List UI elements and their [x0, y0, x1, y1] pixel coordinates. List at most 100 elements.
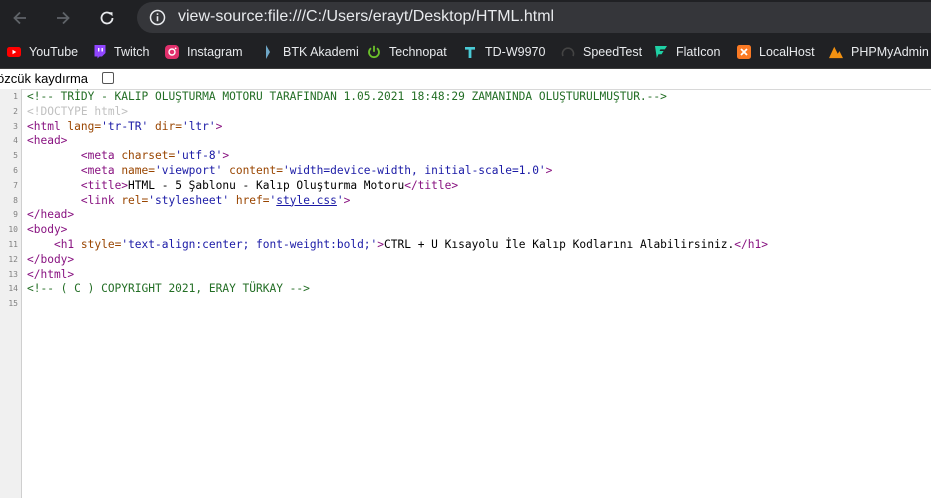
xampp-icon: [737, 45, 751, 59]
code-token: 'utf-8': [175, 149, 223, 163]
line-wrap-checkbox[interactable]: [102, 72, 114, 84]
line-number: 15: [8, 299, 18, 309]
source-line: 10 <body>: [0, 223, 931, 238]
source-line: 11 <h1 style='text-align:center; font-we…: [0, 238, 931, 253]
code-token: <!-- TRİDY - KALIP OLUŞTURMA MOTORU TARA…: [27, 90, 667, 103]
bookmark-label: TD-W9970: [485, 45, 546, 59]
code-token: ': [336, 193, 344, 207]
url-text[interactable]: view-source:file:///C:/Users/erayt/Deskt…: [178, 8, 554, 26]
code-token: style=: [80, 237, 122, 251]
instagram-icon: [165, 45, 179, 59]
code-token: >: [545, 163, 553, 177]
bookmark-twitch[interactable]: Twitch: [92, 36, 149, 68]
line-content: </head>: [27, 208, 74, 223]
code-token: 'stylesheet': [148, 193, 230, 207]
code-token: >: [215, 119, 223, 133]
code-token: 'ltr': [181, 119, 216, 133]
code-token: <title>: [80, 178, 129, 192]
code-token: HTML - 5 Şablonu - Kalıp Oluşturma Motor…: [128, 178, 405, 192]
code-token: </body>: [27, 252, 75, 266]
line-number: 12: [8, 254, 18, 264]
line-number: 8: [13, 195, 18, 205]
source-code-view: 1 <!-- TRİDY - KALIP OLUŞTURMA MOTORU TAR…: [0, 90, 931, 312]
code-token: <meta: [80, 149, 122, 163]
line-number: 11: [8, 239, 18, 249]
line-content: <title>HTML - 5 Şablonu - Kalıp Oluşturm…: [27, 179, 458, 194]
bookmark-label: PHPMyAdmin: [851, 45, 929, 59]
line-content: <!-- TRİDY - KALIP OLUŞTURMA MOTORU TARA…: [27, 90, 667, 105]
source-line: 6 <meta name='viewport' content='width=d…: [0, 164, 931, 179]
bookmark-speedtest[interactable]: SpeedTest: [561, 36, 642, 68]
bookmark-youtube[interactable]: YouTube: [7, 36, 78, 68]
line-content: <!-- ( C ) COPYRIGHT 2021, ERAY TÜRKAY -…: [27, 282, 310, 297]
line-wrap-bar: özcük kaydırma: [0, 69, 931, 90]
code-token: <head>: [27, 134, 68, 148]
bookmark-label: Technopat: [389, 45, 447, 59]
youtube-icon: [7, 45, 21, 59]
source-line: 2 <!DOCTYPE html>: [0, 105, 931, 120]
bookmark-technopat[interactable]: Technopat: [367, 36, 447, 68]
code-token: </html>: [27, 267, 75, 281]
reload-button[interactable]: [94, 5, 120, 31]
line-content: <!DOCTYPE html>: [27, 105, 128, 120]
power-icon: [367, 45, 381, 59]
code-token: </title>: [404, 178, 459, 192]
line-content: </html>: [27, 268, 74, 283]
code-token: <html: [27, 119, 68, 133]
source-line: 4 <head>: [0, 134, 931, 149]
twitch-icon: [92, 45, 106, 59]
bookmark-label: Instagram: [187, 45, 243, 59]
forward-button[interactable]: [50, 5, 76, 31]
code-token: <!DOCTYPE html>: [27, 104, 129, 118]
line-number: 14: [8, 284, 18, 294]
line-number: 3: [13, 121, 18, 131]
stylesheet-link[interactable]: style.css: [276, 194, 337, 207]
forward-arrow-icon: [57, 11, 70, 25]
line-content: <meta charset='utf-8'>: [27, 149, 229, 164]
reload-icon: [100, 11, 114, 25]
code-token: name=: [121, 163, 155, 177]
source-line: 8 <link rel='stylesheet' href= 'style.css…: [0, 194, 931, 209]
bookmark-localhost[interactable]: LocalHost: [737, 36, 815, 68]
back-arrow-icon: [13, 11, 26, 25]
code-token: </head>: [27, 208, 75, 222]
bookmark-label: YouTube: [29, 45, 79, 59]
line-number: 7: [13, 180, 18, 190]
line-number: 4: [13, 136, 18, 146]
line-number: 1: [13, 92, 18, 101]
line-content: <head>: [27, 134, 67, 149]
code-token: <link: [80, 193, 122, 207]
back-button[interactable]: [7, 5, 33, 31]
bookmark-label: FlatIcon: [676, 45, 721, 59]
code-token: CTRL + U Kısayolu İle Kalıp Kodlarını Al…: [384, 237, 735, 251]
line-number: 6: [13, 165, 18, 175]
source-line: 9 </head>: [0, 208, 931, 223]
code-token: >: [343, 193, 351, 207]
line-number: 5: [13, 151, 18, 161]
code-token: 'text-align:center; font-weight:bold;': [121, 237, 378, 251]
code-token: dir=: [148, 119, 182, 133]
address-bar[interactable]: view-source:file:///C:/Users/erayt/Deskt…: [137, 2, 931, 33]
code-token: 'tr-TR': [101, 119, 149, 133]
bookmark-instagram[interactable]: Instagram: [165, 36, 243, 68]
code-token: <h1: [53, 237, 81, 251]
info-icon[interactable]: [149, 9, 166, 26]
line-number: 10: [8, 225, 18, 235]
line-content: <link rel='stylesheet' href='style.css'>: [27, 193, 351, 209]
source-line: 7 <title>HTML - 5 Şablonu - Kalıp Oluştu…: [0, 179, 931, 194]
bookmark-phpmyadmin[interactable]: PHPMyAdmin: [829, 36, 929, 68]
tplink-icon: [463, 45, 477, 59]
source-line: 13 </html>: [0, 268, 931, 283]
source-line: 5 <meta charset='utf-8'>: [0, 149, 931, 164]
code-token: <body>: [27, 223, 68, 237]
bookmark-btk-akademi[interactable]: BTK Akademi: [261, 36, 359, 68]
bookmark-flaticon[interactable]: FlatIcon: [654, 36, 720, 68]
phpmyadmin-icon: [829, 45, 843, 59]
code-token: 'viewport': [155, 163, 223, 177]
line-content: </body>: [27, 253, 74, 268]
bookmark-td-w9970[interactable]: TD-W9970: [463, 36, 545, 68]
